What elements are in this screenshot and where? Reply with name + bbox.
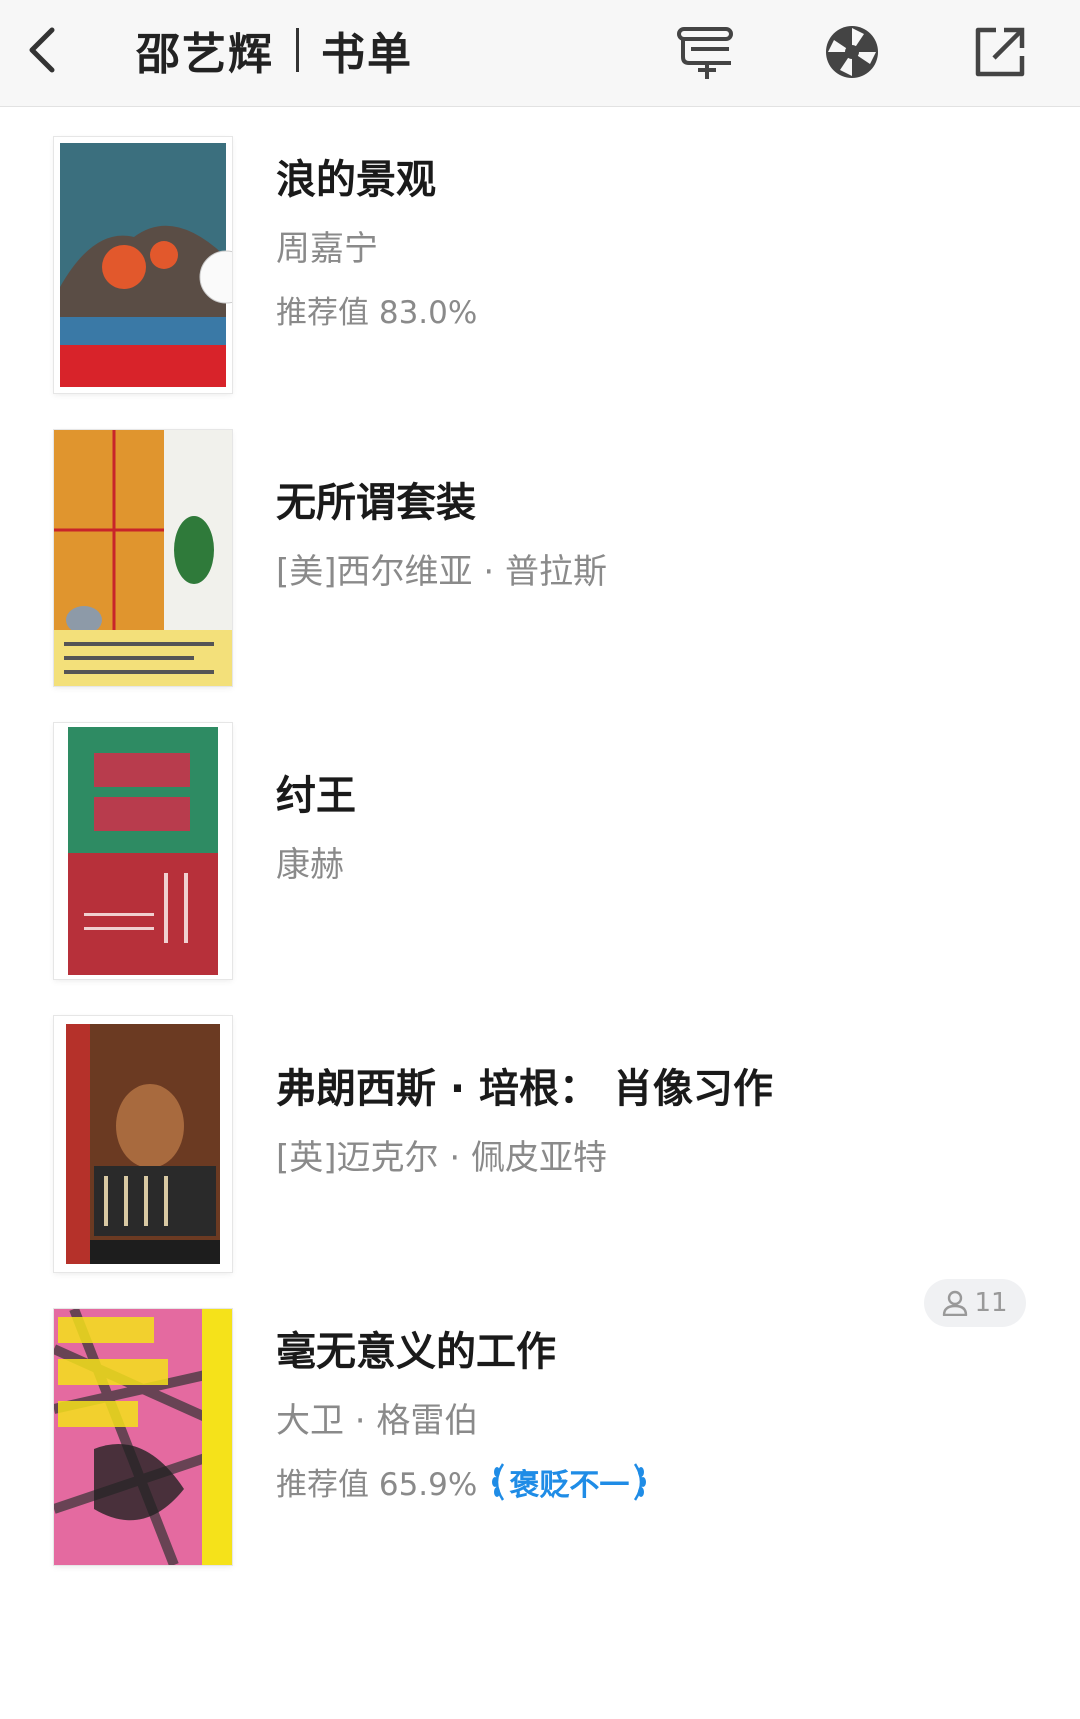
top-bar: 邵艺辉 书单	[0, 0, 1080, 107]
share-button[interactable]	[964, 16, 1036, 88]
book-cover	[54, 723, 232, 979]
laurel-left-icon	[492, 1462, 505, 1501]
book-author: 大卫 · 格雷伯	[276, 1401, 479, 1441]
reader-count-badge[interactable]: 11	[924, 1279, 1026, 1327]
back-button[interactable]	[14, 18, 70, 82]
cover-image-landscape-of-waves	[54, 137, 232, 393]
book-cover	[54, 137, 232, 393]
cover-image-portrait-photo	[54, 1016, 232, 1272]
title-name: 邵艺辉	[136, 29, 274, 80]
title-list: 书单	[321, 29, 413, 80]
recommend-score-row: 推荐值 65.9% 褒贬不一	[276, 1459, 651, 1504]
cover-image-wrapped-gift	[54, 430, 232, 686]
book-title: 毫无意义的工作	[276, 1329, 556, 1375]
add-to-shelf-icon	[677, 27, 733, 79]
mixed-reviews-badge: 褒贬不一	[487, 1460, 651, 1504]
share-icon	[975, 27, 1025, 77]
book-author: [美]西尔维亚 · 普拉斯	[276, 552, 607, 592]
book-cover	[54, 1309, 232, 1565]
aperture-icon	[826, 26, 878, 78]
aperture-button[interactable]	[816, 16, 888, 88]
list-item[interactable]: 无所谓套装 [美]西尔维亚 · 普拉斯	[0, 400, 1080, 720]
book-author: 康赫	[276, 845, 344, 885]
page-title: 邵艺辉 书单	[136, 18, 413, 82]
book-title: 浪的景观	[276, 157, 436, 203]
laurel-right-icon	[634, 1462, 647, 1501]
recommend-score: 推荐值 65.9%	[276, 1467, 478, 1503]
book-cover	[54, 1016, 232, 1272]
back-icon	[29, 27, 55, 73]
book-title: 弗朗西斯 · 培根： 肖像习作	[276, 1066, 773, 1112]
mixed-reviews-label: 褒贬不一	[509, 1467, 630, 1503]
recommend-score: 推荐值 83.0%	[276, 295, 478, 331]
reader-count: 11	[974, 1288, 1008, 1318]
add-to-shelf-button[interactable]	[669, 16, 741, 88]
list-item[interactable]: 弗朗西斯 · 培根： 肖像习作 [英]迈克尔 · 佩皮亚特	[0, 986, 1080, 1306]
book-author: 周嘉宁	[276, 229, 378, 269]
cover-image-green-red	[54, 723, 232, 979]
book-title: 无所谓套装	[276, 480, 476, 526]
cover-image-pink-collage	[54, 1309, 232, 1565]
title-separator	[296, 28, 299, 72]
book-cover	[54, 430, 232, 686]
list-item[interactable]: 11 毫无意义的工作 大卫 · 格雷伯 推荐值 65.9% 褒贬不一	[0, 1279, 1080, 1599]
list-item[interactable]: 浪的景观 周嘉宁 推荐值 83.0%	[0, 107, 1080, 427]
book-author: [英]迈克尔 · 佩皮亚特	[276, 1138, 607, 1178]
book-title: 纣王	[276, 773, 356, 819]
list-item[interactable]: 纣王 康赫	[0, 693, 1080, 1013]
person-icon	[943, 1290, 968, 1316]
